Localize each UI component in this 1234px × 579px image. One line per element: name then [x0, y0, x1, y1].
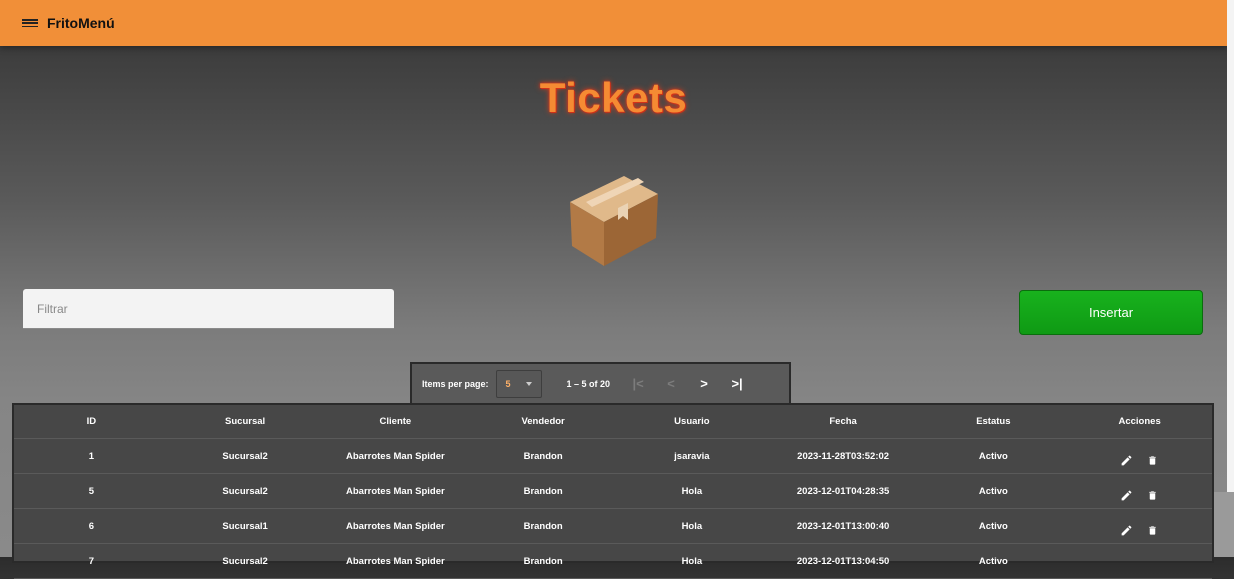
cell-id: 1	[88, 450, 95, 462]
cell-usuario: Hola	[681, 520, 703, 532]
cell-sucursal: Sucursal2	[222, 485, 268, 497]
edit-icon[interactable]	[1119, 522, 1135, 538]
column-header-estatus[interactable]: Estatus	[919, 416, 1067, 427]
delete-icon[interactable]	[1145, 452, 1161, 468]
cell-cliente: Abarrotes Man Spider	[346, 485, 445, 497]
delete-icon[interactable]	[1145, 487, 1161, 503]
table-row: 6 Sucursal1 Abarrotes Man Spider Brandon…	[14, 509, 1212, 544]
column-header-cliente[interactable]: Cliente	[321, 416, 469, 427]
column-header-acciones: Acciones	[1118, 416, 1161, 427]
cell-cliente: Abarrotes Man Spider	[346, 520, 445, 532]
menu-icon[interactable]	[22, 17, 38, 29]
paginator: Items per page: 5 1 – 5 of 20 |< < > >|	[410, 362, 791, 403]
insert-button[interactable]: Insertar	[1019, 290, 1203, 335]
cell-estatus: Activo	[978, 485, 1008, 497]
cell-usuario: jsaravia	[674, 450, 710, 462]
page-size-value: 5	[505, 378, 511, 389]
tickets-table: ID Sucursal Cliente Vendedor Usuario Fec…	[12, 403, 1214, 579]
cell-estatus: Activo	[978, 520, 1008, 532]
cell-vendedor: Brandon	[523, 520, 563, 532]
cell-vendedor: Brandon	[523, 450, 563, 462]
previous-page-button[interactable]: <	[665, 376, 677, 391]
cell-usuario: Hola	[681, 555, 703, 567]
cell-vendedor: Brandon	[523, 485, 563, 497]
table-header-row: ID Sucursal Cliente Vendedor Usuario Fec…	[14, 405, 1212, 439]
cell-fecha: 2023-11-28T03:52:02	[797, 450, 890, 462]
cell-fecha: 2023-12-01T13:00:40	[796, 520, 890, 532]
page-title: Tickets	[539, 74, 688, 121]
edit-icon[interactable]	[1119, 487, 1135, 503]
page-navigation: |< < > >|	[632, 376, 743, 391]
cell-id: 5	[88, 485, 95, 497]
cell-fecha: 2023-12-01T13:04:50	[796, 555, 890, 567]
page-scrollbar[interactable]	[1227, 0, 1234, 492]
cell-cliente: Abarrotes Man Spider	[346, 555, 445, 567]
cell-estatus: Activo	[978, 450, 1008, 462]
filter-field[interactable]	[23, 289, 394, 329]
cell-acciones	[1067, 479, 1212, 503]
cell-cliente: Abarrotes Man Spider	[346, 450, 445, 462]
cell-id: 6	[88, 520, 95, 532]
column-header-usuario[interactable]: Usuario	[617, 416, 767, 427]
cell-sucursal: Sucursal2	[222, 450, 268, 462]
cell-id: 7	[88, 555, 95, 567]
cell-acciones	[1067, 514, 1212, 538]
top-toolbar: FritoMenú	[0, 0, 1227, 46]
next-page-button[interactable]: >	[698, 376, 710, 391]
cell-acciones	[1067, 444, 1212, 468]
items-per-page-label: Items per page:	[422, 378, 489, 389]
cell-sucursal: Sucursal1	[222, 520, 268, 532]
first-page-button[interactable]: |<	[632, 376, 644, 391]
table-row: 5 Sucursal2 Abarrotes Man Spider Brandon…	[14, 474, 1212, 509]
cell-estatus: Activo	[978, 555, 1008, 567]
table-row: 7 Sucursal2 Abarrotes Man Spider Brandon…	[14, 544, 1212, 579]
page-size-select[interactable]: 5	[495, 369, 542, 398]
table-row: 1 Sucursal2 Abarrotes Man Spider Brandon…	[14, 439, 1212, 474]
chevron-down-icon	[525, 381, 532, 386]
column-header-fecha[interactable]: Fecha	[767, 416, 920, 427]
range-label: 1 – 5 of 20	[566, 378, 611, 389]
filter-input[interactable]	[35, 300, 382, 317]
delete-icon[interactable]	[1145, 522, 1161, 538]
cell-fecha: 2023-12-01T04:28:35	[796, 485, 890, 497]
column-header-vendedor[interactable]: Vendedor	[469, 416, 617, 427]
last-page-button[interactable]: >|	[731, 376, 743, 391]
cell-vendedor: Brandon	[523, 555, 563, 567]
edit-icon[interactable]	[1119, 452, 1135, 468]
cell-acciones	[1067, 557, 1212, 565]
box-icon	[570, 176, 658, 266]
cell-usuario: Hola	[681, 485, 703, 497]
column-header-id[interactable]: ID	[14, 416, 169, 427]
column-header-sucursal[interactable]: Sucursal	[169, 416, 322, 427]
app-title: FritoMenú	[47, 15, 115, 31]
cell-sucursal: Sucursal2	[222, 555, 268, 567]
scrollbar-corner	[1214, 492, 1234, 557]
